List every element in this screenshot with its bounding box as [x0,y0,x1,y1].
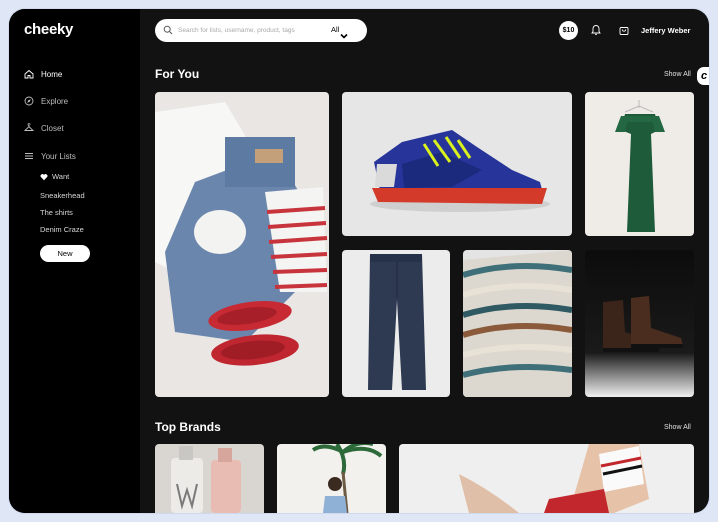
section-title-for-you: For You [155,67,200,81]
sidebar-item-home[interactable]: Home [24,68,62,80]
boots-image [585,250,694,397]
bottles-image [155,444,264,513]
section-title-top-brands: Top Brands [155,420,221,434]
heart-icon [40,173,48,180]
sidebar-item-label: Your Lists [41,151,76,161]
main-content: All $10 Jeffery Weber For You Show All c [140,9,709,513]
sidebar: cheeky Home Explore Closet Your Lists Wa… [9,9,140,513]
brand-card-bottles[interactable] [155,444,264,513]
list-item-want[interactable]: Want [40,172,69,181]
sweater-image [463,250,572,397]
compass-icon [24,96,34,106]
product-card-sneaker[interactable] [342,92,572,236]
search-bar: All [155,19,367,42]
list-icon [25,153,33,159]
bag-icon[interactable] [618,24,630,36]
search-filter-select[interactable]: All [331,25,348,39]
show-all-for-you-link[interactable]: Show All [664,71,691,78]
palm-image [277,444,386,513]
dress-image [585,92,694,236]
sidebar-item-your-lists[interactable]: Your Lists [24,150,76,162]
flatlay-image [155,92,329,397]
scroll-badge[interactable]: c [697,67,709,85]
list-item-the-shirts[interactable]: The shirts [40,208,73,217]
user-name[interactable]: Jeffery Weber [641,26,690,35]
sidebar-item-explore[interactable]: Explore [24,95,68,107]
sidebar-item-label: Closet [41,123,64,133]
product-card-dress[interactable] [585,92,694,236]
list-item-denim-craze[interactable]: Denim Craze [40,225,84,234]
new-list-button[interactable]: New [40,245,90,262]
sneaker-image [342,92,572,236]
hanger-icon [24,123,34,131]
socks-image [399,444,694,513]
sidebar-item-label: Home [41,69,63,79]
list-item-label: Sneakerhead [40,191,85,200]
product-card-sweater[interactable] [463,250,572,397]
home-icon [24,69,34,79]
sidebar-item-closet[interactable]: Closet [24,122,64,134]
sidebar-item-label: Explore [41,96,69,106]
search-icon [163,25,173,35]
list-item-sneakerhead[interactable]: Sneakerhead [40,191,85,200]
list-item-label: Want [52,172,70,181]
brand-card-socks[interactable] [399,444,694,513]
chevron-down-icon [340,33,348,39]
product-card-boots[interactable] [585,250,694,397]
search-input[interactable] [178,24,323,37]
product-card-flatlay[interactable] [155,92,329,397]
app-logo[interactable]: cheeky [24,21,73,38]
show-all-top-brands-link[interactable]: Show All [664,424,691,431]
product-card-jeans[interactable] [342,250,450,397]
jeans-image [342,250,450,397]
app-window: cheeky Home Explore Closet Your Lists Wa… [9,9,709,513]
balance-badge[interactable]: $10 [559,21,578,40]
brand-card-palm[interactable] [277,444,386,513]
list-item-label: Denim Craze [40,225,84,234]
list-item-label: The shirts [40,208,73,217]
bell-icon[interactable] [590,24,602,36]
